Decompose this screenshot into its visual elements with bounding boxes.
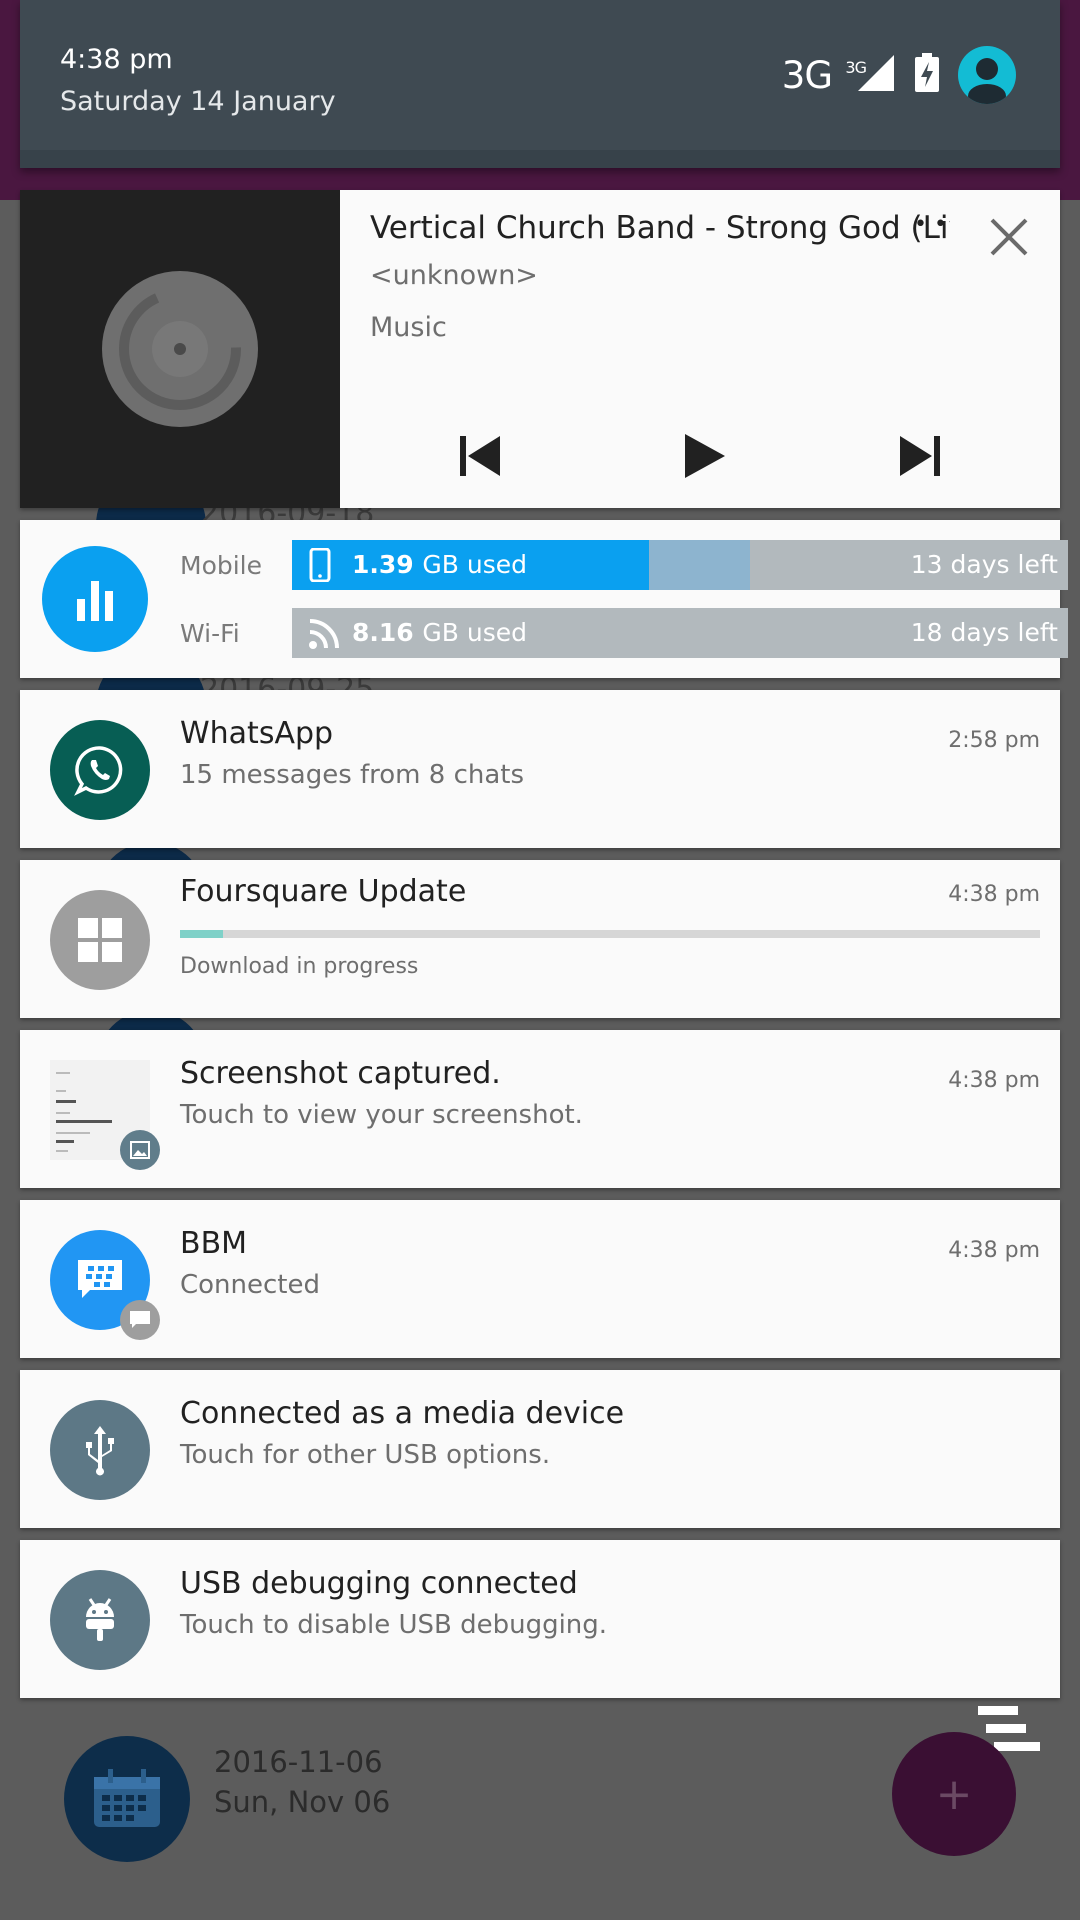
notification-subtitle: 15 messages from 8 chats	[180, 760, 525, 790]
wifi-usage-row[interactable]: Wi-Fi 8.16 GB used 18 days left	[180, 608, 1068, 658]
play-button[interactable]	[673, 426, 733, 486]
notification-time: 4:38 pm	[948, 1238, 1040, 1263]
mobile-label: Mobile	[180, 550, 263, 580]
notification-title: Connected as a media device	[180, 1396, 625, 1431]
mobile-usage-bar: 1.39 GB used 13 days left	[292, 540, 1068, 590]
whatsapp-icon	[50, 720, 150, 820]
header-strip	[20, 150, 1060, 168]
foursquare-update-notification[interactable]: Foursquare Update 4:38 pm Download in pr…	[20, 860, 1060, 1018]
usb-debugging-notification[interactable]: USB debugging connected Touch to disable…	[20, 1540, 1060, 1698]
wifi-icon	[308, 616, 342, 656]
bar-chart-icon	[42, 546, 148, 652]
image-badge-icon	[120, 1130, 160, 1170]
notification-title: Screenshot captured.	[180, 1056, 501, 1091]
notification-subtitle: Connected	[180, 1270, 321, 1300]
status-icons: 3G 3G	[782, 46, 1016, 104]
track-artist: <unknown>	[370, 260, 538, 291]
previous-track-button[interactable]	[450, 426, 510, 486]
track-album: Music	[370, 312, 447, 343]
notification-subtitle: Touch to disable USB debugging.	[180, 1610, 608, 1640]
screenshot-notification[interactable]: Screenshot captured. Touch to view your …	[20, 1030, 1060, 1188]
calendar-icon	[64, 1736, 190, 1862]
notification-title: BBM	[180, 1226, 248, 1261]
media-notification[interactable]: Vertical Church Band - Strong God (Live …	[20, 190, 1060, 508]
title-overflow-dots: • •	[914, 212, 947, 237]
status-header[interactable]: 4:38 pm Saturday 14 January 3G 3G	[20, 0, 1060, 168]
network-type: 3G 3G	[781, 53, 867, 97]
android-bug-icon	[50, 1570, 150, 1670]
notification-subtitle: Download in progress	[180, 954, 419, 979]
phone-icon	[308, 547, 332, 588]
next-track-button[interactable]	[890, 426, 950, 486]
disc-icon	[102, 271, 258, 427]
notification-title: Foursquare Update	[180, 874, 467, 909]
bbm-badge-icon	[120, 1300, 160, 1340]
notification-subtitle: Touch for other USB options.	[180, 1440, 551, 1470]
wifi-usage-bar: 8.16 GB used 18 days left	[292, 608, 1068, 658]
wifi-days-left: 18 days left	[910, 618, 1058, 647]
mobile-days-left: 13 days left	[910, 550, 1058, 579]
battery-charging-icon	[914, 53, 940, 97]
wifi-usage-text: 8.16 GB used	[352, 618, 527, 647]
mobile-usage-secondary-fill	[649, 540, 750, 590]
mobile-usage-row[interactable]: Mobile 1.39 GB used 13 days left	[180, 540, 1068, 590]
user-avatar-icon[interactable]	[958, 46, 1016, 104]
notification-time: 4:38 pm	[948, 1068, 1040, 1093]
background-day: Sun, Nov 06	[214, 1785, 391, 1819]
notification-title: USB debugging connected	[180, 1566, 578, 1601]
download-progress-fill	[180, 930, 223, 938]
download-progress-bar	[180, 930, 1040, 938]
add-fab-button[interactable]: +	[892, 1732, 1016, 1856]
background-date-block: 2016-11-06 Sun, Nov 06	[214, 1742, 390, 1822]
notification-time: 4:38 pm	[948, 882, 1040, 907]
whatsapp-notification[interactable]: WhatsApp 15 messages from 8 chats 2:58 p…	[20, 690, 1060, 848]
usb-icon	[50, 1400, 150, 1500]
windows-icon	[50, 890, 150, 990]
notification-subtitle: Touch to view your screenshot.	[180, 1100, 583, 1130]
status-date: Saturday 14 January	[60, 86, 336, 117]
mobile-usage-text: 1.39 GB used	[352, 550, 527, 579]
close-icon[interactable]	[986, 214, 1032, 260]
bbm-notification[interactable]: BBM Connected 4:38 pm	[20, 1200, 1060, 1358]
usb-media-device-notification[interactable]: Connected as a media device Touch for ot…	[20, 1370, 1060, 1528]
background-date: 2016-11-06	[214, 1745, 383, 1779]
album-art	[20, 190, 340, 508]
notification-title: WhatsApp	[180, 716, 334, 751]
data-usage-notification[interactable]: Mobile 1.39 GB used 13 days left Wi-Fi 8…	[20, 520, 1068, 678]
notification-time: 2:58 pm	[948, 728, 1040, 753]
background-list-item: 2016-11-06 Sun, Nov 06 +	[0, 1706, 1080, 1920]
wifi-label: Wi-Fi	[180, 618, 240, 648]
track-title: Vertical Church Band - Strong God (Live	[370, 210, 950, 246]
status-time: 4:38 pm	[60, 44, 173, 75]
